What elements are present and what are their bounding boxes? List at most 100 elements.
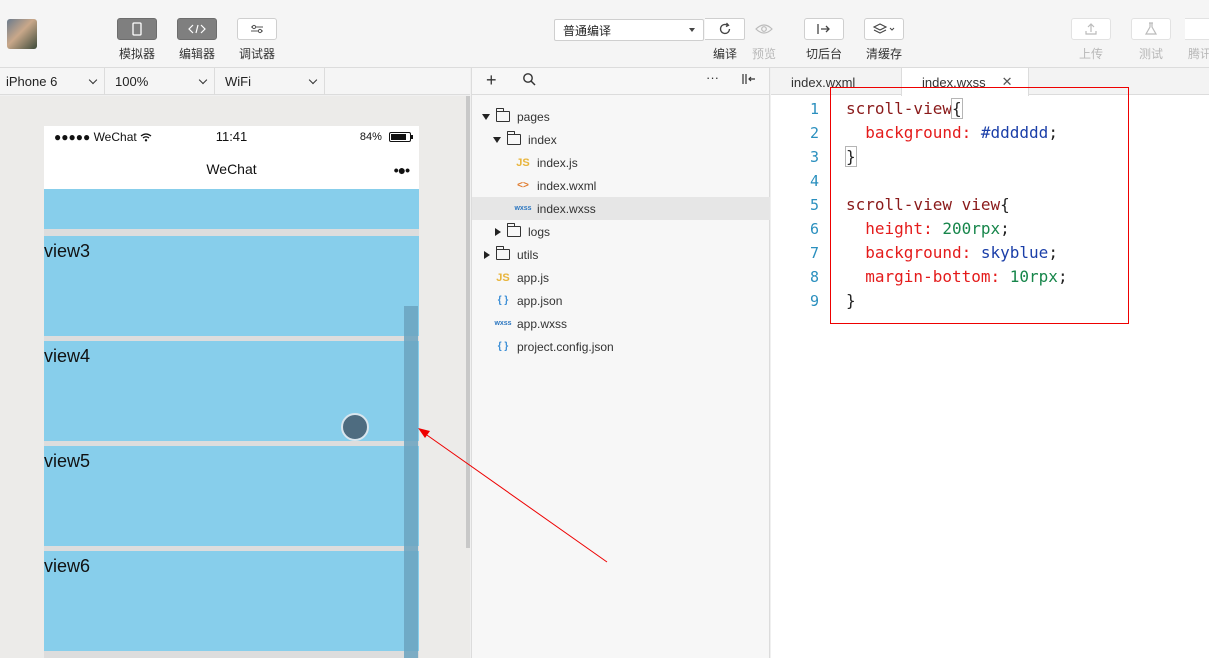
- network-value: WiFi: [225, 74, 251, 89]
- line-number: 4: [809, 172, 819, 190]
- layers-icon: [864, 18, 904, 40]
- eye-icon: [744, 18, 784, 40]
- file-explorer: + ··· pages index JS index.js <> index.wxm…: [471, 68, 770, 658]
- tree-folder-utils[interactable]: utils: [472, 243, 770, 266]
- dropdown-caret-icon: [689, 28, 695, 32]
- tree-node-label: index.wxss: [537, 201, 596, 216]
- wxss-file-icon: wxss: [514, 205, 532, 212]
- phone-icon: [117, 18, 157, 40]
- line-number: 6: [809, 220, 819, 238]
- tree-node-label: app.js: [517, 270, 550, 285]
- collapse-arrow-icon: [495, 227, 501, 236]
- upload-icon: [1071, 18, 1111, 40]
- tree-node-label: logs: [528, 224, 551, 239]
- add-file-icon[interactable]: +: [486, 70, 497, 91]
- search-icon[interactable]: [522, 72, 536, 90]
- collapse-arrow-icon: [484, 250, 490, 259]
- line-number: 5: [809, 196, 819, 214]
- device-select[interactable]: iPhone 6: [0, 68, 105, 95]
- js-file-icon: JS: [516, 156, 530, 169]
- clear-cache-button[interactable]: 清缓存: [864, 18, 904, 62]
- tree-node-label: index: [528, 132, 557, 147]
- device-value: iPhone 6: [6, 74, 58, 89]
- tree-node-label: index.wxml: [537, 178, 597, 193]
- background-button[interactable]: 切后台: [804, 18, 844, 62]
- tencent-cloud-label: 腾讯: [1187, 47, 1209, 61]
- wxss-file-icon: wxss: [494, 320, 512, 327]
- nav-title: WeChat: [206, 160, 257, 177]
- tree-file-app-wxss[interactable]: wxss app.wxss: [472, 312, 770, 335]
- editor-button[interactable]: 编辑器: [177, 18, 217, 62]
- refresh-icon: [705, 18, 745, 40]
- tree-node-label: app.wxss: [517, 316, 568, 331]
- view-label: view5: [44, 451, 91, 471]
- tencent-cloud-button[interactable]: 腾讯: [1185, 18, 1209, 62]
- compile-mode-value: 普通编译: [563, 23, 612, 38]
- device-bar: iPhone 6 100% WiFi: [0, 68, 470, 95]
- tree-file-project-config[interactable]: { } project.config.json: [472, 335, 770, 358]
- chevron-down-icon: [198, 75, 208, 85]
- tree-folder-logs[interactable]: logs: [472, 220, 770, 243]
- line-number: 8: [809, 268, 819, 286]
- scroll-view-item: view6: [44, 551, 419, 651]
- simulator-label: 模拟器: [118, 47, 155, 61]
- tree-file-app-js[interactable]: JS app.js: [472, 266, 770, 289]
- line-number: 7: [809, 244, 819, 262]
- tree-folder-pages[interactable]: pages: [472, 105, 770, 128]
- js-file-icon: JS: [496, 271, 510, 284]
- debugger-label: 调试器: [238, 47, 275, 61]
- tree-file-index-wxml[interactable]: <> index.wxml: [472, 174, 770, 197]
- tree-node-label: app.json: [517, 293, 563, 308]
- top-toolbar: 模拟器 编辑器 调试器 普通编译 编译 预览 切后台 清缓存 上传 测试 腾讯: [0, 0, 1209, 68]
- chevron-down-icon: [88, 75, 98, 85]
- view-label: view6: [44, 556, 91, 576]
- json-file-icon: { }: [497, 341, 509, 352]
- sliders-icon: [237, 18, 277, 40]
- tree-node-label: index.js: [537, 155, 578, 170]
- editor-label: 编辑器: [178, 47, 215, 61]
- tree-file-app-json[interactable]: { } app.json: [472, 289, 770, 312]
- tree-file-index-js[interactable]: JS index.js: [472, 151, 770, 174]
- more-menu-icon[interactable]: •●•: [394, 162, 410, 178]
- user-avatar[interactable]: [7, 19, 37, 49]
- test-button[interactable]: 测试: [1131, 18, 1171, 62]
- preview-button[interactable]: 预览: [744, 18, 784, 62]
- phone-status-bar: ●●●●● WeChat 11:41 84%: [44, 126, 419, 148]
- debugger-button[interactable]: 调试器: [237, 18, 277, 62]
- folder-icon: [495, 108, 510, 122]
- tree-file-index-wxss[interactable]: wxss index.wxss: [472, 197, 770, 220]
- compile-button[interactable]: 编译: [705, 18, 745, 62]
- view-label: view3: [44, 241, 91, 261]
- phone-nav-bar: WeChat •●•: [44, 148, 419, 189]
- file-explorer-toolbar: + ···: [472, 68, 769, 95]
- more-icon[interactable]: ···: [706, 70, 719, 85]
- cloud-icon: [1185, 18, 1209, 40]
- zoom-select[interactable]: 100%: [105, 68, 215, 95]
- tree-node-label: utils: [517, 247, 539, 262]
- scroll-view[interactable]: view3 view4 view5 view6: [44, 189, 419, 658]
- line-number: 9: [809, 292, 819, 310]
- annotation-box: [830, 87, 1129, 324]
- network-select[interactable]: WiFi: [215, 68, 325, 95]
- flask-icon: [1131, 18, 1171, 40]
- test-label: 测试: [1138, 47, 1163, 61]
- simulator-button[interactable]: 模拟器: [117, 18, 157, 62]
- expand-arrow-icon: [482, 113, 490, 120]
- compile-mode-select[interactable]: 普通编译: [554, 19, 704, 41]
- tree-folder-index[interactable]: index: [472, 128, 770, 151]
- upload-label: 上传: [1078, 47, 1103, 61]
- line-number: 1: [809, 100, 819, 118]
- collapse-panel-icon[interactable]: [741, 72, 757, 90]
- touch-pointer: [341, 413, 369, 441]
- panel-resizer[interactable]: [466, 96, 470, 548]
- scroll-view-item: [44, 189, 419, 229]
- line-number: 3: [809, 148, 819, 166]
- simulator-panel: ●●●●● WeChat 11:41 84% WeChat •●• view3 …: [0, 96, 470, 658]
- battery-fill: [391, 134, 407, 141]
- scroll-view-scrollbar[interactable]: [404, 306, 418, 658]
- view-label: view4: [44, 346, 91, 366]
- preview-label: 预览: [751, 47, 776, 61]
- upload-button[interactable]: 上传: [1071, 18, 1111, 62]
- phone-screen: ●●●●● WeChat 11:41 84% WeChat •●• view3 …: [44, 126, 419, 658]
- line-number: 2: [809, 124, 819, 142]
